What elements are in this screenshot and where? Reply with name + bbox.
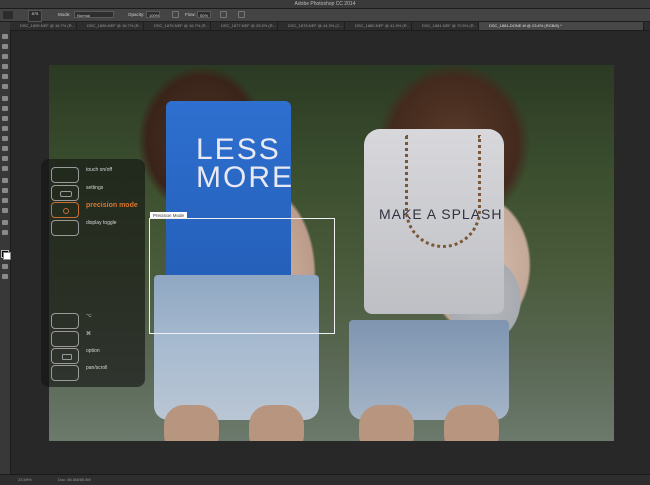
flow-label: Flow: (185, 12, 196, 17)
photo-leg (249, 405, 304, 441)
option-key-label: option (86, 348, 100, 354)
tab-document-3[interactable]: DSC_1876.NEF @ 16.7% (R... (144, 22, 211, 30)
precision-mode-key-icon (63, 208, 69, 214)
marquee-tool-icon[interactable] (2, 44, 8, 49)
tab-document-active[interactable]: DSC_1881-DONE.tif @ 23.6% (RGB/8) * (479, 22, 644, 30)
settings-key[interactable] (51, 185, 79, 201)
pan-scroll-label: pan/scroll (86, 365, 108, 371)
photo-necklace (405, 135, 481, 248)
blur-tool-icon[interactable] (2, 156, 8, 161)
tool-preset-icon[interactable] (3, 11, 13, 19)
precision-mode-key[interactable] (51, 202, 79, 218)
hand-tool-icon[interactable] (2, 220, 8, 225)
command-key[interactable] (51, 331, 79, 347)
tab-document-5[interactable]: DSC_1878.NEF @ 44.3% (C... (278, 22, 345, 30)
opacity-input[interactable]: 100% (146, 11, 160, 18)
gradient-tool-icon[interactable] (2, 146, 8, 151)
settings-label: settings (86, 185, 104, 191)
tools-panel (0, 22, 11, 474)
healing-tool-icon[interactable] (2, 96, 8, 101)
alt-key-label: ⌥ (86, 313, 92, 319)
photo-shirt-left-text: LESS MORE (196, 133, 294, 194)
pressure-size-icon[interactable] (238, 11, 245, 18)
settings-key-icon (60, 191, 72, 197)
brush-tool-icon[interactable] (2, 106, 8, 111)
opacity-label: Opacity: (128, 12, 145, 17)
flow-input[interactable]: 50% (197, 11, 211, 18)
brush-size-value: 875 (31, 11, 39, 16)
quick-select-tool-icon[interactable] (2, 64, 8, 69)
precision-mode-label: precision mode (86, 202, 138, 209)
touch-overlay-panel: touch on/off settings precision mode dis… (41, 159, 145, 387)
alt-key[interactable] (51, 313, 79, 329)
tab-document-4[interactable]: DSC_1877.NEF @ 25.5% (R... (211, 22, 278, 30)
document-tabs: DSC_1895.NEF @ 16.7% (R... DSC_1896.NEF … (10, 22, 650, 31)
background-color-swatch[interactable] (3, 252, 11, 260)
touch-toggle-label: touch on/off (86, 167, 113, 173)
photo-leg (444, 405, 499, 441)
tab-document-1[interactable]: DSC_1895.NEF @ 16.7% (R... (10, 22, 77, 30)
path-select-tool-icon[interactable] (2, 198, 8, 203)
mode-select[interactable]: Normal (74, 11, 114, 18)
dodge-tool-icon[interactable] (2, 166, 8, 171)
precision-mode-region[interactable] (149, 218, 335, 334)
zoom-tool-icon[interactable] (2, 230, 8, 235)
eyedropper-tool-icon[interactable] (2, 84, 8, 89)
title-bar: Adobe Photoshop CC 2014 (0, 0, 650, 9)
zoom-level[interactable]: 23.59% (18, 477, 32, 482)
move-tool-icon[interactable] (2, 34, 8, 39)
document-size: Doc: 85.5M/85.5M (58, 477, 91, 482)
command-key-label: ⌘ (86, 331, 91, 337)
quick-mask-icon[interactable] (2, 264, 8, 269)
stamp-tool-icon[interactable] (2, 116, 8, 121)
photo-leg (359, 405, 414, 441)
touch-toggle-key[interactable] (51, 167, 79, 183)
airbrush-icon[interactable] (220, 11, 227, 18)
option-key[interactable] (51, 348, 79, 364)
window-title: Adobe Photoshop CC 2014 (294, 1, 356, 7)
brush-size-picker[interactable]: 875 (28, 10, 42, 22)
option-key-icon (62, 354, 72, 360)
display-toggle-label: display toggle (86, 220, 117, 226)
display-toggle-key[interactable] (51, 220, 79, 236)
lasso-tool-icon[interactable] (2, 54, 8, 59)
eraser-tool-icon[interactable] (2, 136, 8, 141)
tab-document-7[interactable]: DSC_1881.NEF @ 70.5% (R... (412, 22, 479, 30)
screen-mode-icon[interactable] (2, 274, 8, 279)
shape-tool-icon[interactable] (2, 208, 8, 213)
crop-tool-icon[interactable] (2, 74, 8, 79)
tab-document-2[interactable]: DSC_1896.NEF @ 16.7% (R... (77, 22, 144, 30)
pan-scroll-key[interactable] (51, 365, 79, 381)
options-bar: 875 Mode: Normal Opacity: 100% Flow: 50% (0, 9, 650, 22)
pressure-opacity-icon[interactable] (172, 11, 179, 18)
mode-label: Mode: (58, 12, 71, 17)
photo-leg (164, 405, 219, 441)
tab-document-6[interactable]: DSC_1880.NEF @ 41.3% (R... (345, 22, 412, 30)
history-brush-tool-icon[interactable] (2, 126, 8, 131)
status-bar: 23.59% Doc: 85.5M/85.5M (0, 474, 650, 485)
type-tool-icon[interactable] (2, 188, 8, 193)
pen-tool-icon[interactable] (2, 178, 8, 183)
